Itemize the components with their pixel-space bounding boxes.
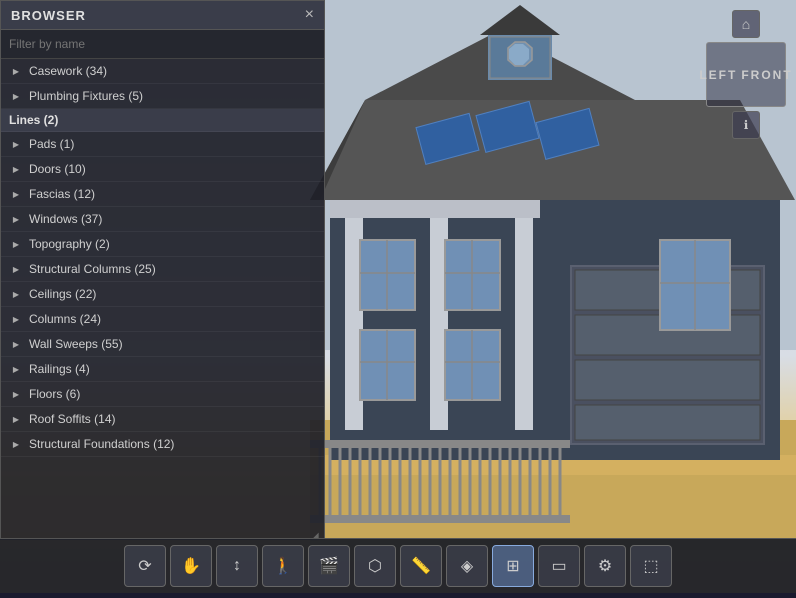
list-item[interactable]: Roof Soffits (14) (1, 407, 324, 432)
search-input[interactable] (9, 37, 316, 51)
list-item[interactable]: Wall Sweeps (55) (1, 332, 324, 357)
chevron-icon (9, 362, 23, 376)
list-item[interactable]: Fascias (12) (1, 182, 324, 207)
chevron-icon (9, 412, 23, 426)
measure-button[interactable]: 📏 (400, 545, 442, 587)
browser-list: Casework (34) Plumbing Fixtures (5) Lines … (1, 59, 324, 539)
list-item-label: Floors (6) (29, 387, 80, 401)
home-button[interactable]: ⌂ (732, 10, 760, 38)
list-item-label: Plumbing Fixtures (5) (29, 89, 143, 103)
camera-button[interactable]: 🎬 (308, 545, 350, 587)
chevron-icon (9, 137, 23, 151)
chevron-icon (9, 387, 23, 401)
list-item[interactable]: Ceilings (22) (1, 282, 324, 307)
browser-close-button[interactable]: × (305, 7, 314, 23)
zoom-button[interactable]: ↕ (216, 545, 258, 587)
settings-button[interactable]: ⚙ (584, 545, 626, 587)
chevron-icon (9, 162, 23, 176)
layers-button[interactable]: ◈ (446, 545, 488, 587)
list-item-label: Topography (2) (29, 237, 110, 251)
browser-header: BROWSER × (1, 1, 324, 30)
list-item-label: Columns (24) (29, 312, 101, 326)
list-item-label: Windows (37) (29, 212, 102, 226)
list-item-label: Casework (34) (29, 64, 107, 78)
list-item[interactable]: Casework (34) (1, 59, 324, 84)
chevron-icon (9, 64, 23, 78)
list-item[interactable]: Railings (4) (1, 357, 324, 382)
list-item-label: Pads (1) (29, 137, 74, 151)
list-item-label: Fascias (12) (29, 187, 95, 201)
list-item[interactable]: Floors (6) (1, 382, 324, 407)
list-item-label: Doors (10) (29, 162, 86, 176)
chevron-icon (9, 187, 23, 201)
chevron-icon (9, 89, 23, 103)
bottom-toolbar: ⟳✋↕🚶🎬⬡📏◈⊞▭⚙⬚ (0, 538, 796, 593)
list-item[interactable]: Doors (10) (1, 157, 324, 182)
plan-view-button[interactable]: ⊞ (492, 545, 534, 587)
browser-panel: BROWSER × Casework (34) Plumbing Fixtures… (0, 0, 325, 540)
resize-handle[interactable] (311, 526, 321, 536)
orbit-button[interactable]: ⟳ (124, 545, 166, 587)
list-item[interactable]: Columns (24) (1, 307, 324, 332)
chevron-icon (9, 287, 23, 301)
list-item[interactable]: Topography (2) (1, 232, 324, 257)
info-button[interactable]: ℹ (732, 111, 760, 139)
list-item-label: Railings (4) (29, 362, 90, 376)
list-item[interactable]: Structural Columns (25) (1, 257, 324, 282)
share-button[interactable]: ⬚ (630, 545, 672, 587)
section-button[interactable]: ▭ (538, 545, 580, 587)
compass-widget: ⌂ LEFT FRONT ℹ (706, 10, 786, 139)
chevron-icon (9, 337, 23, 351)
browser-search-bar[interactable] (1, 30, 324, 59)
chevron-icon (9, 262, 23, 276)
browser-title: BROWSER (11, 8, 86, 23)
list-item-label: Roof Soffits (14) (29, 412, 115, 426)
list-item[interactable]: Plumbing Fixtures (5) (1, 84, 324, 109)
chevron-icon (9, 212, 23, 226)
chevron-icon (9, 237, 23, 251)
pan-button[interactable]: ✋ (170, 545, 212, 587)
walk-button[interactable]: 🚶 (262, 545, 304, 587)
list-item[interactable]: Windows (37) (1, 207, 324, 232)
list-item-label: Structural Foundations (12) (29, 437, 174, 451)
view-front-label: FRONT (741, 68, 792, 82)
cube-view-button[interactable]: ⬡ (354, 545, 396, 587)
view-cube[interactable]: LEFT FRONT (706, 42, 786, 107)
view-left-label: LEFT (699, 68, 737, 82)
chevron-icon (9, 437, 23, 451)
list-item[interactable]: Structural Foundations (12) (1, 432, 324, 457)
list-item-label: Ceilings (22) (29, 287, 96, 301)
list-item-label: Structural Columns (25) (29, 262, 156, 276)
list-item-label: Wall Sweeps (55) (29, 337, 123, 351)
list-item[interactable]: Pads (1) (1, 132, 324, 157)
list-item[interactable]: Lines (2) (1, 109, 324, 132)
chevron-icon (9, 312, 23, 326)
